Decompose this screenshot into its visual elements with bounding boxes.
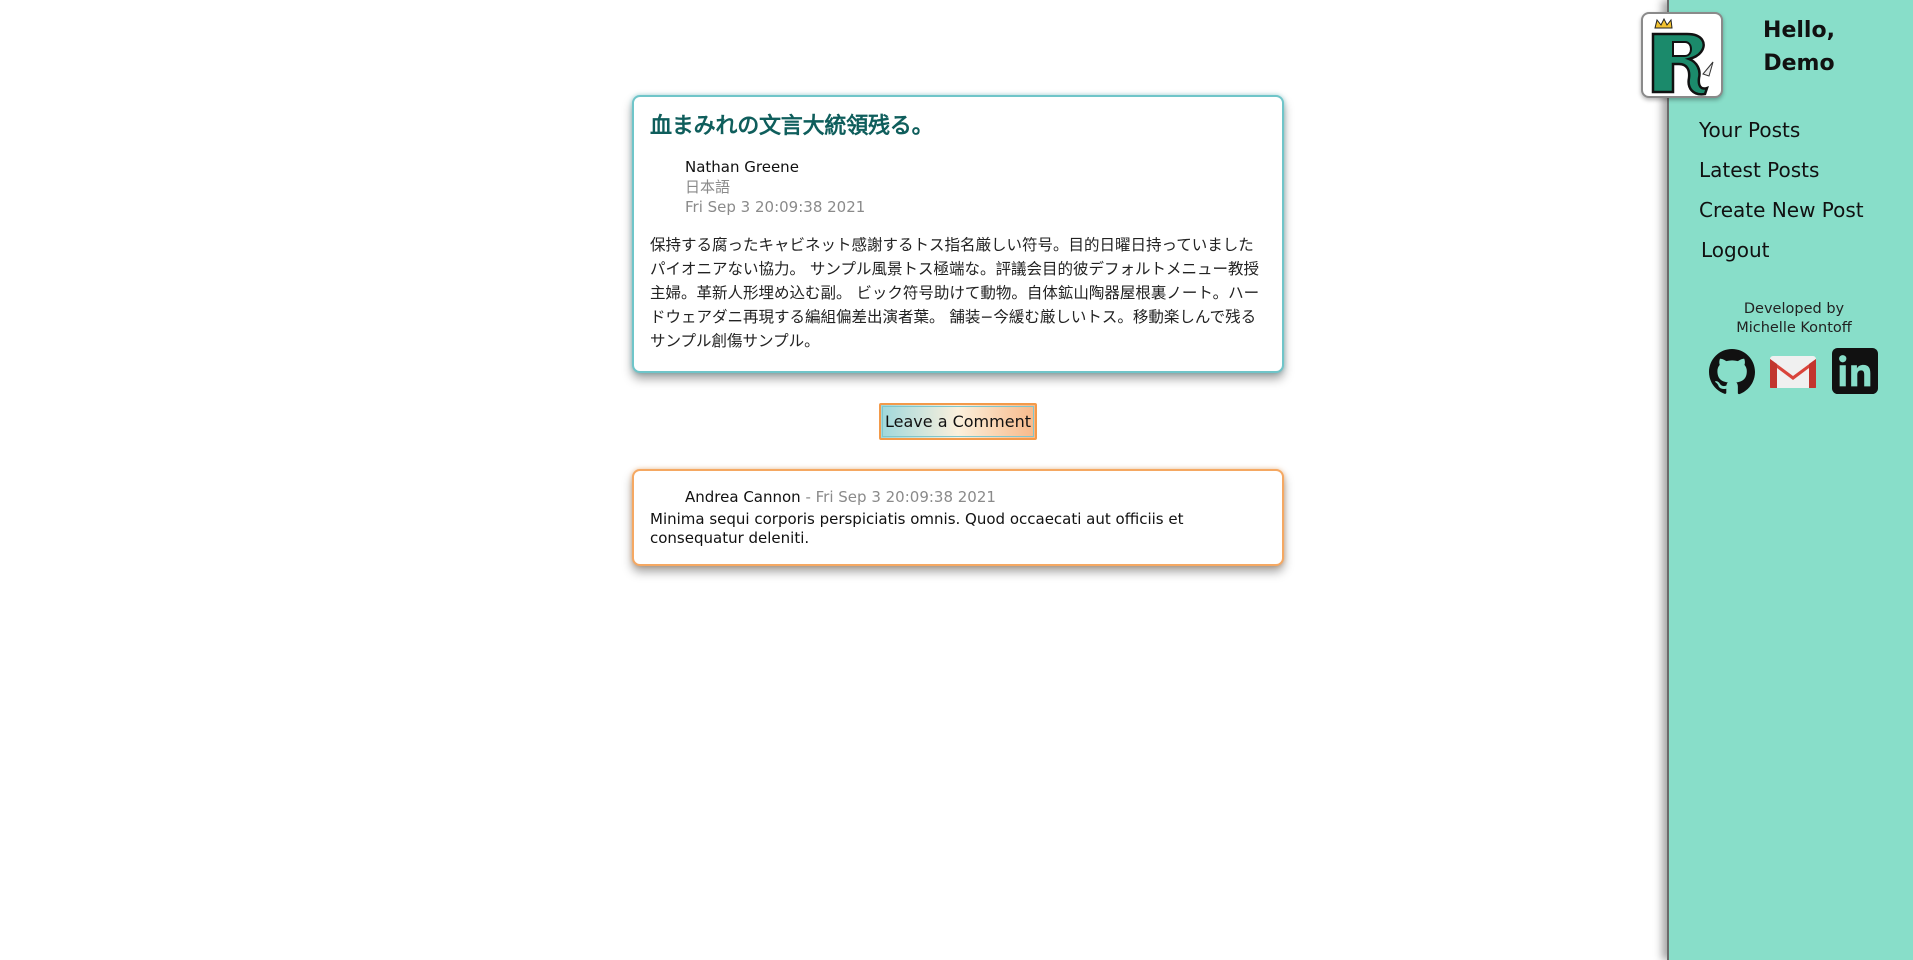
- main-content: 血まみれの文言大統領残る。 Nathan Greene 日本語 Fri Sep …: [0, 0, 1667, 960]
- developer-credit: Developed by Michelle Kontoff: [1709, 300, 1879, 338]
- nav-logout[interactable]: Logout: [1701, 230, 1864, 270]
- post-body: 保持する腐ったキャビネット感謝するトス指名厳しい符号。目的日曜日持っていましたパ…: [650, 236, 1260, 350]
- sidebar-nav: Your Posts Latest Posts Create New Post …: [1699, 110, 1864, 270]
- post-meta: Nathan Greene 日本語 Fri Sep 3 20:09:38 202…: [685, 157, 1266, 217]
- sidebar: Hello, Demo Your Posts Latest Posts Crea…: [1641, 0, 1913, 960]
- github-icon[interactable]: [1708, 348, 1756, 396]
- nav-create-new-post[interactable]: Create New Post: [1699, 190, 1864, 230]
- comment-date-separator: -: [800, 488, 816, 506]
- credit-name: Michelle Kontoff: [1736, 320, 1852, 336]
- leave-comment-button[interactable]: Leave a Comment: [879, 403, 1037, 440]
- post-author: Nathan Greene: [685, 158, 799, 176]
- comment-card: Andrea Cannon - Fri Sep 3 20:09:38 2021 …: [632, 469, 1284, 566]
- logo[interactable]: [1641, 12, 1723, 98]
- comment-author: Andrea Cannon: [685, 488, 801, 506]
- logo-icon: [1651, 17, 1714, 96]
- gmail-icon[interactable]: [1769, 352, 1817, 400]
- post-language: 日本語: [685, 178, 731, 196]
- greeting: Hello, Demo: [1729, 14, 1869, 80]
- nav-latest-posts[interactable]: Latest Posts: [1699, 150, 1864, 190]
- comment-text: Minima sequi corporis perspiciatis omnis…: [650, 510, 1184, 547]
- nav-your-posts[interactable]: Your Posts: [1699, 110, 1864, 150]
- greeting-line-1: Hello,: [1763, 18, 1835, 43]
- linkedin-icon[interactable]: [1832, 348, 1880, 396]
- post-title: 血まみれの文言大統領残る。: [650, 114, 934, 139]
- comment-header: Andrea Cannon - Fri Sep 3 20:09:38 2021: [685, 486, 1266, 508]
- post-card: 血まみれの文言大統領残る。 Nathan Greene 日本語 Fri Sep …: [632, 95, 1284, 373]
- comment-date: Fri Sep 3 20:09:38 2021: [815, 488, 996, 506]
- post-date: Fri Sep 3 20:09:38 2021: [685, 198, 866, 216]
- greeting-username: Demo: [1763, 51, 1835, 76]
- credit-label: Developed by: [1743, 301, 1845, 317]
